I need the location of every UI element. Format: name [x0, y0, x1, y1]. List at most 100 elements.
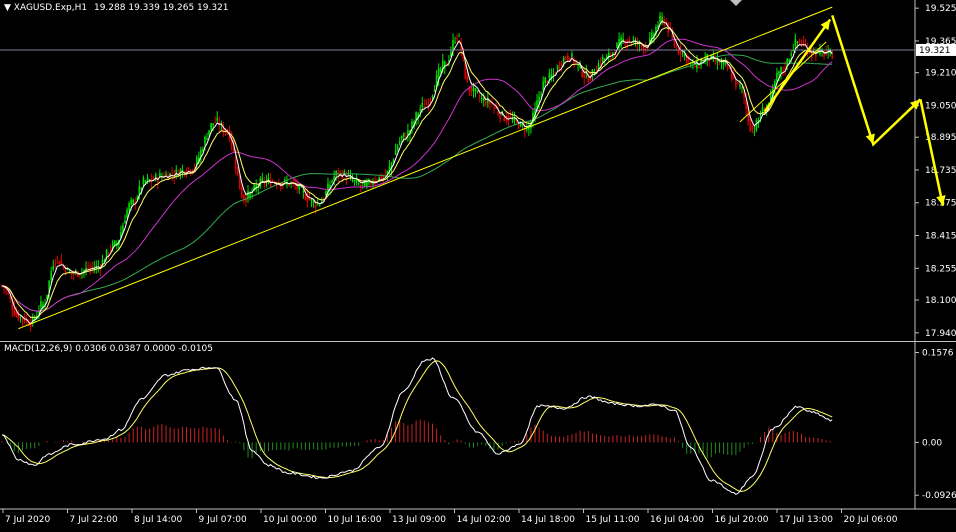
macd-tick-label: 0.00: [922, 438, 942, 448]
candle-body: [796, 41, 799, 43]
candle-body: [509, 116, 512, 118]
candle-body: [382, 176, 385, 178]
candle-body: [562, 57, 565, 63]
candle-body: [312, 200, 315, 204]
candle-body: [474, 88, 477, 92]
candle-body: [50, 271, 52, 281]
price-tick-label: 18.100: [925, 296, 956, 306]
candle-body: [731, 72, 733, 80]
candle-body: [792, 50, 795, 52]
candle-body: [755, 120, 758, 131]
candle-body: [603, 58, 606, 60]
candle-body: [544, 77, 547, 83]
candle-body: [187, 167, 190, 169]
candle-body: [673, 40, 676, 47]
macd-tick-label: 0.1576: [922, 348, 954, 358]
candle-body: [128, 203, 130, 211]
candle-body: [718, 63, 721, 65]
candle-body: [552, 73, 555, 75]
time-tick-label: 7 Jul 22:00: [70, 515, 119, 525]
candle-body: [798, 40, 801, 43]
candle-body: [476, 91, 479, 93]
time-tick-label: 10 Jul 16:00: [328, 515, 382, 525]
candle-body: [144, 180, 147, 183]
candle-body: [216, 117, 219, 121]
candle-body: [564, 56, 567, 59]
time-tick-label: 15 Jul 11:00: [586, 515, 640, 525]
scroll-shift-arrow-icon[interactable]: [730, 0, 742, 6]
candle-body: [741, 87, 743, 89]
time-tick-label: 10 Jul 00:00: [263, 515, 317, 525]
candle-body: [113, 240, 116, 246]
candle-body: [353, 180, 356, 182]
candle-body: [778, 71, 780, 75]
candle-body: [659, 15, 661, 22]
candle-body: [694, 66, 696, 68]
ohlc-readout: 19.288 19.339 19.265 19.321: [93, 3, 229, 13]
candle-body: [739, 84, 741, 87]
candle-body: [210, 123, 212, 130]
candle-body: [517, 124, 520, 129]
candle-body: [761, 107, 764, 115]
chart-svg: 17.94018.10018.25518.41518.57518.73518.8…: [0, 0, 956, 528]
candle-body: [599, 62, 602, 65]
candle-body: [9, 296, 11, 300]
candle-body: [109, 248, 112, 250]
candle-body: [790, 53, 793, 56]
candle-body: [548, 73, 551, 79]
price-tick-label: 19.050: [925, 101, 956, 111]
candle-body: [720, 62, 723, 64]
candle-body: [681, 52, 684, 54]
candle-body: [394, 150, 397, 156]
time-tick-label: 14 Jul 18:00: [521, 515, 575, 525]
candle-body: [470, 87, 473, 92]
candle-body: [226, 133, 229, 135]
candle-body: [542, 81, 544, 91]
candle-body: [304, 194, 307, 200]
candle-body: [458, 35, 460, 37]
candle-body: [503, 117, 506, 122]
candle-body: [241, 187, 243, 198]
candle-body: [794, 38, 797, 46]
candle-body: [482, 98, 485, 102]
candle-body: [261, 178, 264, 181]
candle-body: [616, 42, 618, 48]
candle-body: [396, 145, 399, 151]
candle-body: [421, 102, 424, 108]
time-tick-label: 13 Jul 09:00: [392, 515, 446, 525]
macd-tick-label: -0.0926: [922, 491, 956, 501]
candle-body: [478, 96, 481, 98]
time-tick-label: 14 Jul 02:00: [457, 515, 511, 525]
candle-body: [212, 123, 214, 126]
candle-body: [560, 62, 563, 67]
candle-body: [466, 76, 469, 82]
candle-body: [419, 108, 421, 111]
candle-body: [124, 220, 126, 224]
candle-body: [165, 174, 167, 176]
candle-body: [452, 40, 454, 50]
candle-body: [677, 50, 680, 54]
candle-body: [640, 45, 643, 47]
candle-body: [698, 67, 700, 69]
candle-body: [601, 56, 604, 63]
candle-body: [91, 266, 93, 268]
time-tick-label: 9 Jul 07:00: [199, 515, 248, 525]
time-tick-label: 20 Jul 06:00: [844, 515, 898, 525]
candle-body: [540, 93, 542, 95]
price-chart-title: XAGUSD.Exp,H1: [13, 3, 88, 13]
candle-body: [339, 171, 342, 173]
candle-body: [204, 136, 206, 145]
price-tick-label: 19.525: [925, 4, 956, 14]
candle-body: [314, 203, 317, 208]
candle-body: [776, 72, 778, 82]
candle-body: [425, 103, 428, 105]
chart-menu-triangle-icon[interactable]: ▼: [4, 3, 11, 13]
candle-body: [472, 86, 475, 92]
candle-body: [60, 259, 63, 264]
candle-body: [107, 253, 110, 255]
candle-body: [780, 66, 782, 74]
candle-body: [782, 69, 784, 71]
price-tick-label: 18.415: [925, 232, 956, 242]
candle-body: [175, 169, 178, 173]
candle-body: [751, 126, 754, 131]
